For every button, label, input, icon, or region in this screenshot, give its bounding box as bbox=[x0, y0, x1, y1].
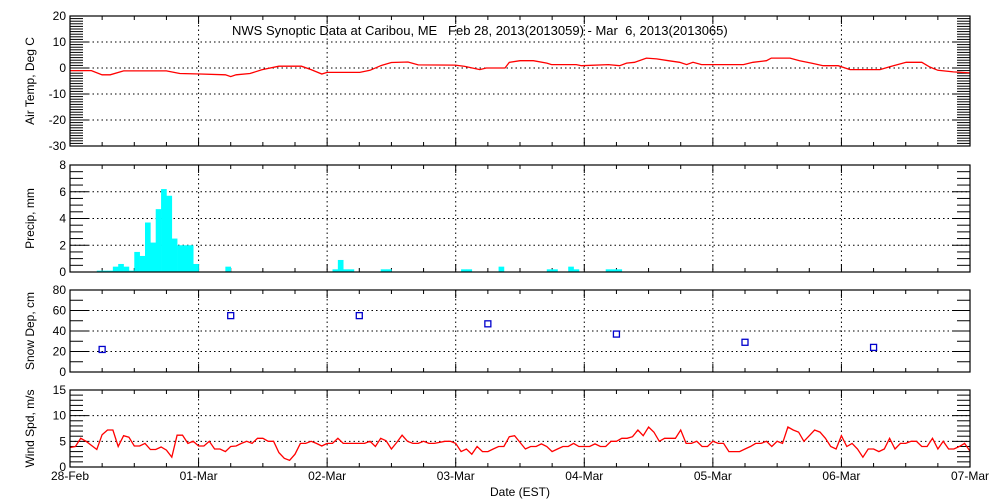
y-axis-label: Wind Spd, m/s bbox=[23, 389, 37, 467]
precip-bar bbox=[134, 251, 140, 272]
precip-bar bbox=[112, 266, 119, 272]
snow-depth-point bbox=[869, 343, 878, 352]
y-tick-label: -10 bbox=[49, 87, 67, 101]
y-tick-label: -20 bbox=[49, 113, 67, 127]
y-axis-label: Air Temp, Deg C bbox=[23, 37, 37, 125]
panel-frame bbox=[69, 389, 971, 468]
precip-bar bbox=[177, 245, 183, 272]
x-tick-label: 28-Feb bbox=[51, 469, 89, 483]
y-tick-label: 40 bbox=[53, 324, 67, 338]
x-tick-label: 01-Mar bbox=[180, 469, 218, 483]
synoptic-chart: NWS Synoptic Data at Caribou, ME Feb 28,… bbox=[23, 9, 989, 499]
precip-bar bbox=[118, 263, 124, 272]
y-tick-label: 10 bbox=[53, 35, 67, 49]
precip-bar bbox=[155, 209, 162, 272]
y-tick-label: 5 bbox=[59, 434, 66, 448]
panel-wind: 051015Wind Spd, m/s bbox=[23, 383, 971, 474]
precip-bar bbox=[225, 266, 232, 272]
precip-bar bbox=[145, 222, 151, 272]
precip-bar bbox=[139, 255, 146, 272]
precip-bar bbox=[123, 266, 130, 272]
precip-bar bbox=[337, 259, 344, 272]
y-tick-label: 20 bbox=[53, 9, 67, 23]
x-tick-label: 05-Mar bbox=[694, 469, 732, 483]
y-axis-label: Snow Dep, cm bbox=[23, 292, 37, 370]
y-tick-label: -30 bbox=[49, 139, 67, 153]
y-tick-label: 2 bbox=[59, 238, 66, 252]
snow-depth-point bbox=[227, 311, 235, 320]
snow-depth-point bbox=[741, 338, 749, 346]
precip-bar bbox=[193, 263, 199, 272]
snow-depth-point bbox=[612, 330, 621, 338]
temp-series-line bbox=[70, 57, 971, 78]
y-tick-label: 20 bbox=[53, 345, 67, 359]
y-tick-label: 80 bbox=[53, 283, 67, 297]
snow-depth-point bbox=[484, 320, 492, 328]
panel-snow: 0 20 40 60 80 Snow Dep, cm bbox=[23, 283, 971, 379]
precip-bar bbox=[161, 189, 167, 272]
precip-bar bbox=[498, 266, 505, 272]
y-tick-label: 60 bbox=[53, 304, 67, 318]
y-tick-label: 0 bbox=[59, 365, 66, 379]
precip-bar bbox=[182, 245, 189, 272]
y-tick-label: 4 bbox=[59, 212, 66, 226]
snow-depth-point bbox=[355, 311, 363, 320]
x-tick-label: 07-Mar bbox=[951, 469, 989, 483]
y-tick-label: 10 bbox=[53, 409, 67, 423]
x-axis-label: Date (EST) bbox=[490, 485, 550, 499]
chart-title: NWS Synoptic Data at Caribou, ME Feb 28,… bbox=[232, 23, 728, 38]
x-tick-label: 06-Mar bbox=[822, 469, 860, 483]
precip-bar bbox=[568, 266, 574, 272]
precip-bar bbox=[166, 195, 173, 272]
x-tick-label: 03-Mar bbox=[437, 469, 475, 483]
y-tick-label: 8 bbox=[59, 158, 66, 172]
y-tick-label: 6 bbox=[59, 185, 66, 199]
x-tick-label: 04-Mar bbox=[565, 469, 603, 483]
panels: -30 -20 -10 0 10 20 Air Temp, Deg C 0 2 4 6 8 Precip… bbox=[23, 9, 989, 483]
y-tick-label: 0 bbox=[59, 265, 66, 279]
precip-bar bbox=[150, 242, 157, 272]
x-tick-label: 02-Mar bbox=[308, 469, 346, 483]
y-axis-label: Precip, mm bbox=[23, 188, 37, 249]
y-tick-label: 0 bbox=[59, 61, 66, 75]
panel-precip: 0 2 4 6 8 Precip, mm bbox=[23, 158, 971, 279]
precip-bar bbox=[171, 238, 178, 272]
wind-series-line bbox=[69, 425, 971, 462]
y-tick-label: 15 bbox=[53, 383, 67, 397]
precip-bar bbox=[187, 245, 194, 272]
